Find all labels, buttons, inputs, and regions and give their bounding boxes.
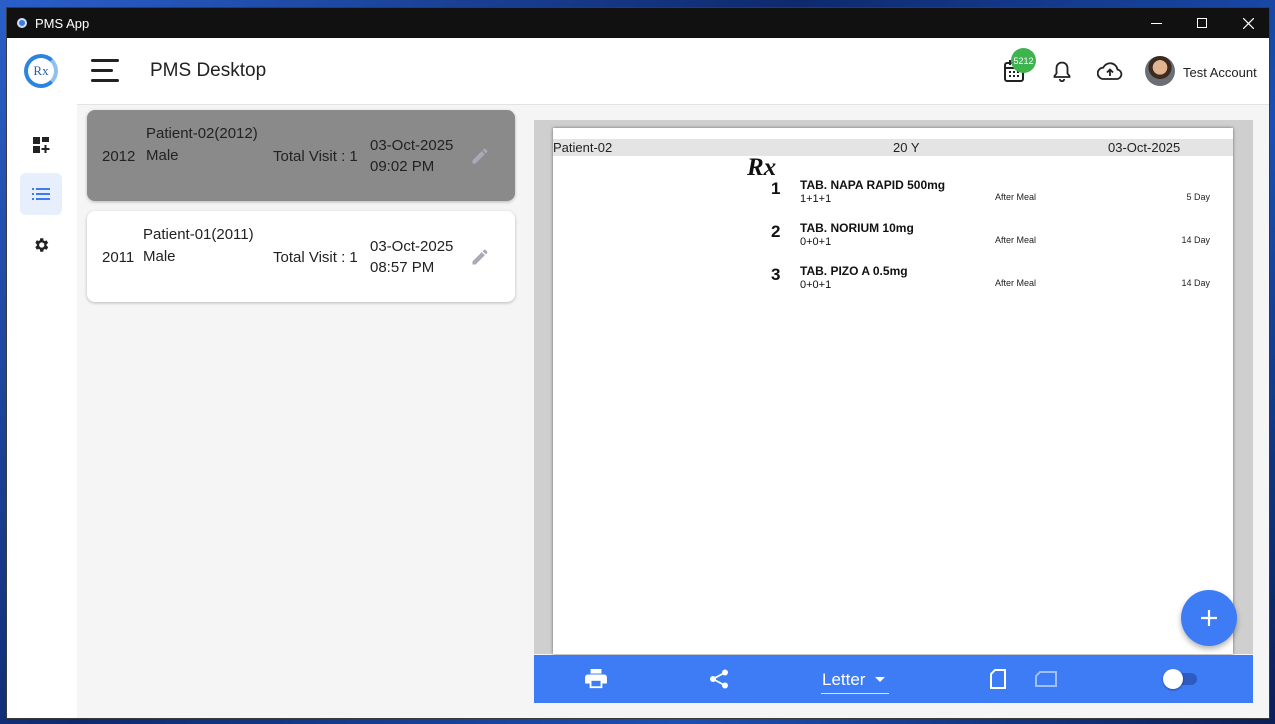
patient-visits: Total Visit : 1 bbox=[273, 249, 358, 266]
pencil-icon bbox=[472, 249, 488, 265]
menu-icon-line bbox=[91, 79, 119, 82]
maximize-icon bbox=[1197, 18, 1207, 28]
nav-rail: Rx bbox=[7, 38, 78, 718]
landscape-page-icon bbox=[1035, 671, 1057, 687]
patient-visits: Total Visit : 1 bbox=[273, 148, 358, 165]
share-button[interactable] bbox=[707, 667, 731, 691]
visit-date: 03-Oct-2025 bbox=[370, 238, 454, 255]
medicine-timing: After Meal bbox=[995, 192, 1037, 202]
visit-time: 09:02 PM bbox=[370, 158, 435, 175]
share-icon bbox=[710, 669, 728, 689]
medicine-number: 1 bbox=[771, 179, 781, 198]
prescription-page: Patient-02 20 Y 03-Oct-2025 Rx 1 TAB. NA… bbox=[553, 128, 1233, 654]
logo-text: Rx bbox=[33, 63, 49, 78]
window-title: PMS App bbox=[35, 15, 90, 31]
medicine-name: TAB. NORIUM 10mg bbox=[800, 221, 914, 235]
patient-card[interactable]: 2012 Patient-02(2012) Male Total Visit :… bbox=[87, 110, 515, 201]
patient-id: 2012 bbox=[102, 148, 136, 165]
medicine-timing: After Meal bbox=[995, 278, 1037, 288]
minimize-button[interactable] bbox=[1133, 8, 1179, 38]
paper-size-select[interactable]: Letter bbox=[821, 667, 889, 694]
list-icon bbox=[32, 188, 50, 200]
nav-item-list[interactable] bbox=[20, 173, 62, 215]
medicine-duration: 14 Day bbox=[1181, 235, 1210, 245]
nav-item-settings[interactable] bbox=[20, 224, 62, 266]
medicine-item: 2 TAB. NORIUM 10mg 0+0+1 After Meal 14 D… bbox=[553, 219, 1233, 259]
landscape-orientation-button[interactable] bbox=[1034, 667, 1058, 691]
dashboard-icon bbox=[33, 137, 50, 153]
calendar-badge: 5212 bbox=[1011, 48, 1036, 73]
notifications-button[interactable] bbox=[1049, 58, 1075, 84]
rx-patient-name: Patient-02 bbox=[553, 140, 613, 155]
patient-name: Patient-02(2012) bbox=[146, 125, 258, 142]
medicine-timing: After Meal bbox=[995, 235, 1037, 245]
prescription-header: Patient-02 20 Y 03-Oct-2025 bbox=[553, 139, 1233, 156]
app-header: PMS Desktop 5212 Test Account bbox=[77, 38, 1269, 105]
page-title: PMS Desktop bbox=[150, 60, 267, 81]
patient-gender: Male bbox=[146, 147, 179, 164]
medicine-number: 3 bbox=[771, 265, 781, 284]
print-toolbar: Letter bbox=[534, 655, 1253, 703]
app-body: Rx PMS Desktop 5212 Test Account 2012 Pa… bbox=[7, 38, 1269, 718]
edit-patient-button[interactable] bbox=[470, 247, 492, 269]
pencil-icon bbox=[472, 148, 488, 164]
print-preview[interactable]: Patient-02 20 Y 03-Oct-2025 Rx 1 TAB. NA… bbox=[534, 120, 1253, 654]
visit-date: 03-Oct-2025 bbox=[370, 137, 454, 154]
app-logo: Rx bbox=[24, 54, 58, 88]
avatar[interactable] bbox=[1145, 56, 1175, 86]
menu-icon-line bbox=[91, 69, 113, 72]
portrait-page-icon bbox=[990, 669, 1006, 689]
add-button[interactable] bbox=[1181, 590, 1237, 646]
rx-patient-age: 20 Y bbox=[893, 140, 920, 155]
rx-date: 03-Oct-2025 bbox=[1108, 140, 1181, 155]
app-window: PMS App Rx PMS Desktop 5212 Test Account… bbox=[6, 7, 1270, 719]
close-button[interactable] bbox=[1225, 8, 1269, 38]
cloud-upload-icon bbox=[1097, 62, 1123, 80]
patient-id: 2011 bbox=[102, 249, 135, 266]
menu-button[interactable] bbox=[91, 58, 121, 84]
patient-card[interactable]: 2011 Patient-01(2011) Male Total Visit :… bbox=[87, 211, 515, 302]
medicine-number: 2 bbox=[771, 222, 781, 241]
toggle-thumb bbox=[1163, 669, 1183, 689]
bell-icon bbox=[1053, 61, 1071, 82]
patient-list: 2012 Patient-02(2012) Male Total Visit :… bbox=[77, 105, 526, 718]
gear-icon bbox=[35, 238, 49, 252]
medicine-dose: 0+0+1 bbox=[800, 279, 832, 291]
account-name[interactable]: Test Account bbox=[1183, 65, 1257, 80]
medicine-dose: 1+1+1 bbox=[800, 193, 832, 205]
chevron-down-icon bbox=[875, 677, 885, 682]
menu-icon-line bbox=[91, 59, 119, 62]
print-button[interactable] bbox=[584, 667, 608, 691]
cloud-upload-button[interactable] bbox=[1097, 58, 1123, 84]
medicine-name: TAB. NAPA RAPID 500mg bbox=[800, 178, 946, 192]
medicine-duration: 5 Day bbox=[1186, 192, 1210, 202]
plus-icon bbox=[1201, 610, 1217, 626]
visit-time: 08:57 PM bbox=[370, 259, 435, 276]
medicine-duration: 14 Day bbox=[1181, 278, 1210, 288]
medicine-name: TAB. PIZO A 0.5mg bbox=[800, 264, 908, 278]
medicine-dose: 0+0+1 bbox=[800, 236, 832, 248]
paper-size-value: Letter bbox=[822, 670, 866, 689]
prescription-preview-pane: Patient-02 20 Y 03-Oct-2025 Rx 1 TAB. NA… bbox=[526, 105, 1269, 718]
maximize-button[interactable] bbox=[1179, 8, 1225, 38]
title-bar: PMS App bbox=[7, 8, 1269, 38]
preview-toggle[interactable] bbox=[1163, 669, 1199, 689]
nav-item-dashboard[interactable] bbox=[20, 124, 62, 166]
patient-gender: Male bbox=[143, 248, 176, 265]
close-icon bbox=[1242, 17, 1254, 29]
minimize-icon bbox=[1150, 22, 1162, 24]
print-icon bbox=[585, 669, 607, 689]
app-icon bbox=[17, 18, 27, 28]
medicine-item: 3 TAB. PIZO A 0.5mg 0+0+1 After Meal 14 … bbox=[553, 262, 1233, 302]
edit-patient-button[interactable] bbox=[470, 146, 492, 168]
medicine-item: 1 TAB. NAPA RAPID 500mg 1+1+1 After Meal… bbox=[553, 176, 1233, 216]
patient-name: Patient-01(2011) bbox=[143, 226, 254, 243]
portrait-orientation-button[interactable] bbox=[986, 667, 1010, 691]
